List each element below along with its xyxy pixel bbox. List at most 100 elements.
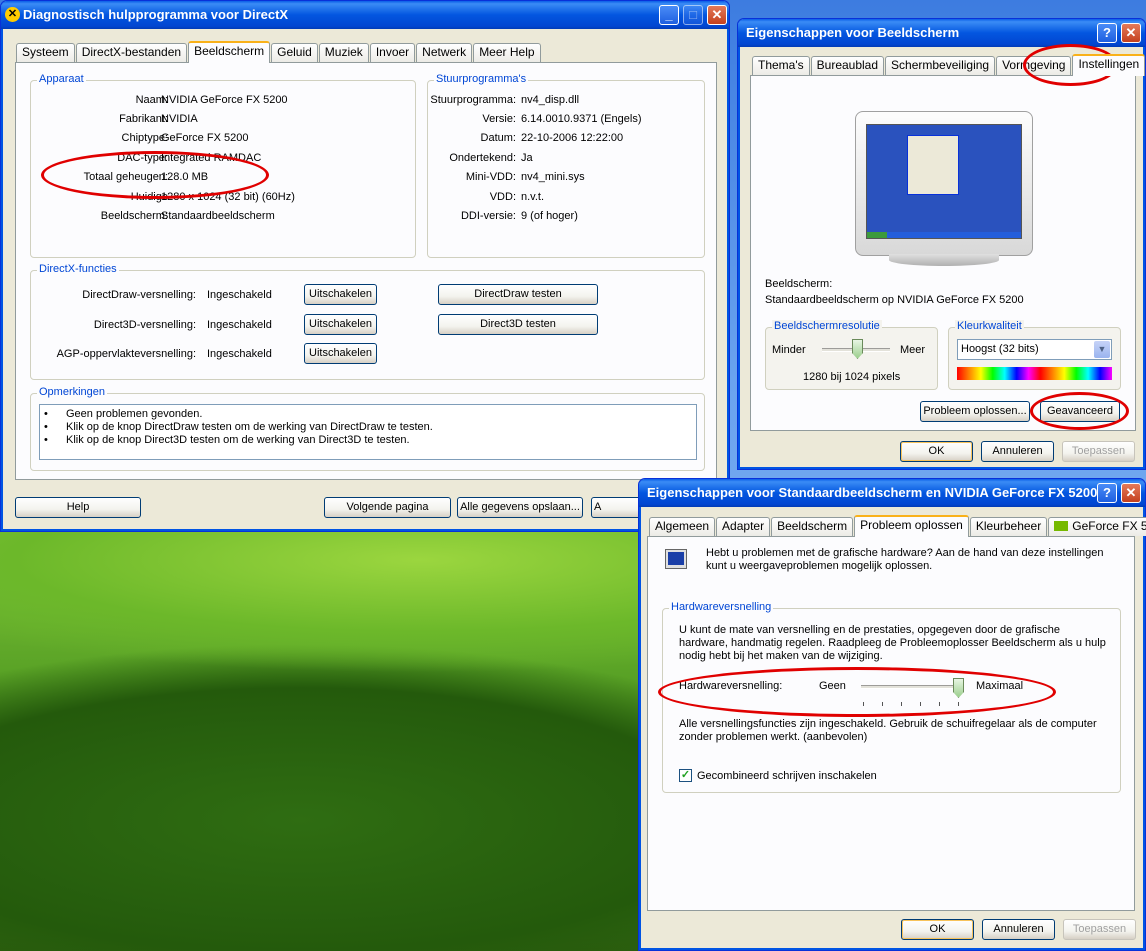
driver-label: Datum: (480, 132, 516, 144)
bullet: • (44, 421, 48, 433)
directdraw-label: DirectDraw-versnelling: (82, 289, 196, 301)
tab-beeldscherm[interactable]: Beeldscherm (771, 517, 854, 536)
notes-legend: Opmerkingen (37, 386, 108, 398)
help-icon-button[interactable]: ? (1097, 483, 1117, 503)
save-all-button[interactable]: Alle gegevens opslaan... (457, 497, 583, 518)
advanced-properties-window: Eigenschappen voor Standaardbeeldscherm … (638, 478, 1146, 951)
close-button[interactable]: ✕ (707, 5, 727, 25)
monitor-icon (665, 549, 687, 569)
nvidia-icon (1054, 521, 1069, 531)
dxdiag-title: Diagnostisch hulpprogramma voor DirectX (23, 7, 289, 22)
directdraw-test-button[interactable]: DirectDraw testen (438, 284, 598, 305)
apply-button[interactable]: Toepassen (1063, 919, 1136, 940)
resolution-value: 1280 bij 1024 pixels (803, 371, 901, 383)
tab-algemeen[interactable]: Algemeen (649, 517, 716, 536)
directdraw-status: Ingeschakeld (207, 289, 272, 301)
tab-probleem-oplossen[interactable]: Probleem oplossen (854, 515, 969, 537)
disable-agp-button[interactable]: Uitschakelen (304, 343, 377, 364)
maximize-button[interactable]: □ (683, 5, 703, 25)
device-label: Chiptype: (121, 132, 168, 144)
highlight-advanced-button (1030, 392, 1129, 430)
screen-label: Beeldscherm: (765, 278, 833, 290)
tab-adapter[interactable]: Adapter (716, 517, 771, 536)
note-item: Klik op de knop Direct3D testen om de we… (66, 434, 410, 446)
write-combining-label[interactable]: Gecombineerd schrijven inschakelen (697, 770, 877, 782)
hw-status: Alle versnellingsfuncties zijn ingeschak… (679, 718, 1097, 743)
tab-muziek[interactable]: Muziek (318, 43, 369, 62)
bullet: • (44, 408, 48, 420)
driver-label: DDI-versie: (460, 210, 516, 222)
color-quality-value: Hoogst (32 bits) (961, 343, 1039, 355)
driver-value: n.v.t. (521, 191, 545, 203)
ok-button[interactable]: OK (901, 919, 974, 940)
tab-systeem[interactable]: Systeem (16, 43, 75, 62)
device-value: GeForce FX 5200 (161, 132, 249, 144)
chevron-down-icon[interactable]: ▼ (1094, 341, 1110, 358)
tab-instellingen[interactable]: Instellingen (1072, 54, 1146, 76)
close-button[interactable]: ✕ (1121, 483, 1141, 503)
dxdiag-window: ✕ Diagnostisch hulpprogramma voor Direct… (0, 0, 730, 532)
tab-netwerk[interactable]: Netwerk (416, 43, 473, 62)
disable-direct3d-button[interactable]: Uitschakelen (304, 314, 377, 335)
tab-directx-bestanden[interactable]: DirectX-bestanden (75, 43, 188, 62)
tab-geforce[interactable]: GeForce FX 5200 (1048, 517, 1146, 536)
notes-list[interactable]: • Geen problemen gevonden. • Klik op de … (39, 404, 697, 460)
functions-legend: DirectX-functies (37, 263, 119, 275)
driver-group: Stuurprogramma's (427, 73, 705, 258)
device-value: NVIDIA (161, 113, 198, 125)
display-properties-window: Eigenschappen voor Beeldscherm ? ✕ Thema… (737, 18, 1146, 470)
driver-value: nv4_disp.dll (521, 94, 580, 106)
directx-icon: ✕ (5, 7, 20, 22)
monitor-stand (889, 254, 999, 266)
cancel-button[interactable]: Annuleren (982, 919, 1055, 940)
write-combining-checkbox[interactable]: ✓ (679, 769, 692, 782)
device-label: Naam: (135, 94, 168, 106)
apply-button[interactable]: Toepassen (1062, 441, 1135, 462)
direct3d-label: Direct3D-versnelling: (93, 319, 196, 331)
troubleshoot-button[interactable]: Probleem oplossen... (920, 401, 1030, 422)
tab-themas[interactable]: Thema's (752, 56, 810, 75)
device-label: Fabrikant: (119, 113, 168, 125)
ok-button[interactable]: OK (900, 441, 973, 462)
preview-taskbar (867, 232, 1021, 238)
preview-start-button (867, 232, 887, 238)
help-button[interactable]: Help (15, 497, 141, 518)
cancel-button[interactable]: Annuleren (981, 441, 1054, 462)
driver-legend: Stuurprogramma's (434, 73, 529, 85)
driver-value: nv4_mini.sys (521, 171, 585, 183)
advanced-titlebar[interactable]: Eigenschappen voor Standaardbeeldscherm … (639, 479, 1145, 507)
hw-description: U kunt de mate van versnelling en de pre… (679, 624, 1106, 662)
help-icon-button[interactable]: ? (1097, 23, 1117, 43)
tab-meer-help[interactable]: Meer Help (473, 43, 541, 62)
driver-value: 22-10-2006 12:22:00 (521, 132, 624, 144)
tab-beeldscherm[interactable]: Beeldscherm (188, 41, 271, 63)
driver-label: Stuurprogramma: (430, 94, 516, 106)
display-title: Eigenschappen voor Beeldscherm (746, 25, 960, 40)
monitor-preview (855, 111, 1033, 266)
dxdiag-titlebar[interactable]: ✕ Diagnostisch hulpprogramma voor Direct… (1, 1, 729, 29)
disable-directdraw-button[interactable]: Uitschakelen (304, 284, 377, 305)
minimize-button[interactable]: _ (659, 5, 679, 25)
display-tab-panel: Beeldscherm: Standaardbeeldscherm op NVI… (750, 75, 1136, 431)
tab-bureaublad[interactable]: Bureaublad (810, 56, 885, 75)
next-page-button[interactable]: Volgende pagina (324, 497, 451, 518)
agp-status: Ingeschakeld (207, 348, 272, 360)
tab-invoer[interactable]: Invoer (369, 43, 416, 62)
highlight-total-memory (41, 151, 269, 199)
monitor-screen (866, 124, 1022, 239)
color-quality-select[interactable]: Hoogst (32 bits) ▼ (957, 339, 1112, 360)
tab-kleurbeheer[interactable]: Kleurbeheer (969, 517, 1048, 536)
dxdiag-tab-panel: Apparaat Naam: NVIDIA GeForce FX 5200 Fa… (15, 62, 717, 480)
resolution-more: Meer (900, 344, 926, 356)
close-button[interactable]: ✕ (1121, 23, 1141, 43)
intro-text: Hebt u problemen met de grafische hardwa… (706, 547, 1104, 572)
color-spectrum-bar (957, 367, 1112, 380)
tab-geluid[interactable]: Geluid (271, 43, 318, 62)
highlight-hw-acceleration (658, 667, 1056, 717)
driver-label: VDD: (489, 191, 516, 203)
direct3d-test-button[interactable]: Direct3D testen (438, 314, 598, 335)
driver-value: 9 (of hoger) (521, 210, 578, 222)
tab-schermbeveiliging[interactable]: Schermbeveiliging (885, 56, 996, 75)
display-titlebar[interactable]: Eigenschappen voor Beeldscherm (738, 19, 1145, 47)
driver-label: Versie: (482, 113, 516, 125)
